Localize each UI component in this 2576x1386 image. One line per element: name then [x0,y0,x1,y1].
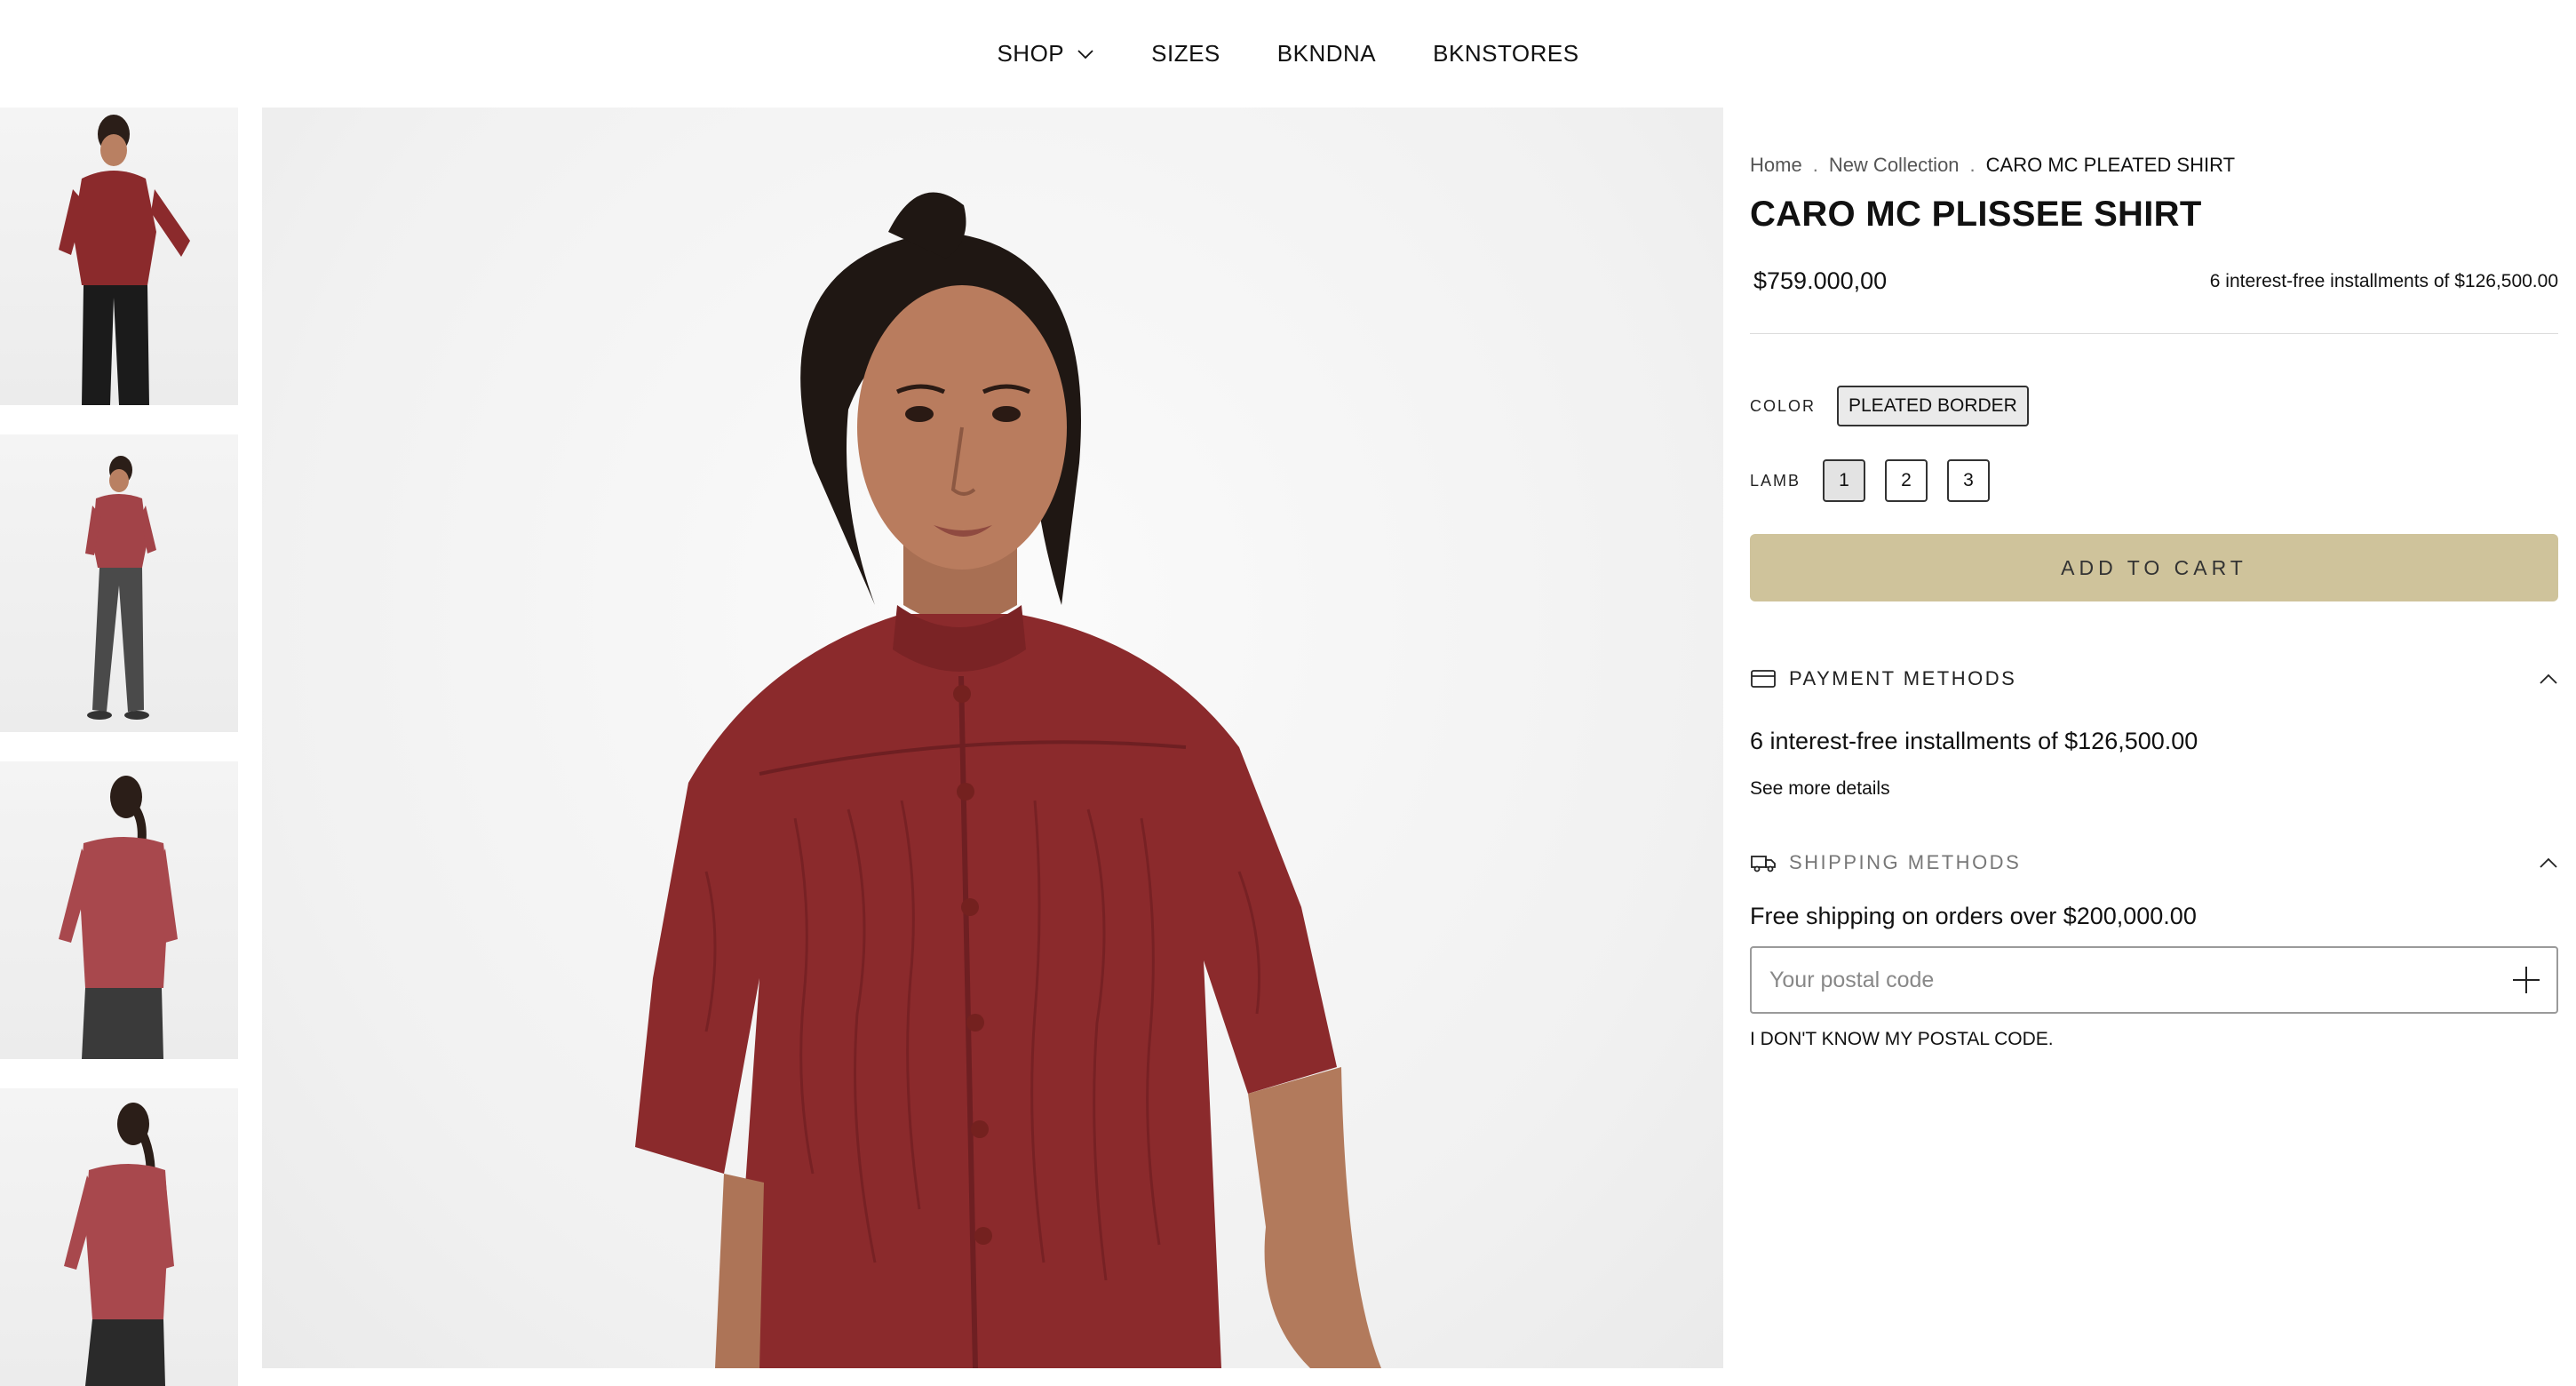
size-label: LAMB [1750,471,1801,490]
top-navigation: SHOP SIZES BKNDNA BKNSTORES [0,0,2576,108]
color-option-pleated-border[interactable]: PLEATED BORDER [1837,386,2029,426]
size-option-1[interactable]: 1 [1823,459,1865,502]
thumbnail-back[interactable] [0,761,238,1059]
credit-card-icon [1751,670,1776,688]
divider [1750,333,2558,334]
add-to-cart-button[interactable]: ADD TO CART [1750,534,2558,601]
nav-bkndna-label: BKNDNA [1276,40,1377,67]
free-shipping-text: Free shipping on orders over $200,000.00 [1750,903,2197,929]
thumbnail-front[interactable] [0,108,238,405]
plus-icon[interactable] [2510,964,2542,996]
breadcrumb: Home . New Collection . CARO MC PLEATED … [1750,154,2235,177]
nav-bkndna[interactable]: BKNDNA [1277,40,1376,68]
nav-shop[interactable]: SHOP [997,40,1094,68]
color-selector: COLOR PLEATED BORDER [1750,386,2029,426]
thumbnail-back-angle[interactable] [0,1088,238,1386]
price-row: $759.000,00 6 interest-free installments… [1750,267,2558,295]
installments-note: 6 interest-free installments of $126,500… [2209,270,2558,291]
nav-bknstores[interactable]: BKNSTORES [1433,40,1578,68]
product-photo [635,192,1381,1368]
chevron-down-icon [1077,49,1093,59]
postal-code-input[interactable] [1752,948,2510,1012]
see-more-details-link[interactable]: See more details [1750,778,1890,800]
payment-installments-text: 6 interest-free installments of $126,500… [1750,728,2198,754]
size-option-2[interactable]: 2 [1885,459,1928,502]
product-price: $759.000,00 [1753,267,1888,294]
breadcrumb-home[interactable]: Home [1750,154,1802,177]
thumbnail-gallery [0,108,238,1386]
product-thumbnail-image [85,456,156,720]
payment-methods-title: PAYMENT METHODS [1789,667,2017,689]
breadcrumb-separator: . [1969,154,1976,176]
shipping-methods-title: SHIPPING METHODS [1789,851,2022,873]
product-thumbnail-image [59,776,178,1059]
chevron-up-icon [2540,857,2557,868]
chevron-up-icon [2540,673,2557,684]
nav-sizes-label: SIZES [1151,40,1220,67]
payment-methods-accordion[interactable]: PAYMENT METHODS [1750,667,2558,690]
size-option-3[interactable]: 3 [1947,459,1990,502]
nav-shop-label: SHOP [997,40,1065,67]
unknown-postal-code-link[interactable]: I DON'T KNOW MY POSTAL CODE. [1750,1029,2054,1050]
breadcrumb-separator: . [1812,154,1818,176]
shipping-methods-accordion[interactable]: SHIPPING METHODS [1750,851,2558,874]
breadcrumb-collection[interactable]: New Collection [1829,154,1960,177]
product-thumbnail-image [64,1103,174,1386]
product-title: CARO MC PLISSEE SHIRT [1750,195,2202,234]
thumbnail-full-body[interactable] [0,434,238,732]
postal-code-field [1750,946,2558,1014]
product-thumbnail-image [59,115,190,405]
nav-sizes[interactable]: SIZES [1151,40,1220,68]
nav-bknstores-label: BKNSTORES [1433,40,1579,67]
truck-icon [1751,856,1776,872]
main-product-image[interactable] [262,108,1723,1368]
color-label: COLOR [1750,396,1817,415]
size-selector: LAMB 1 2 3 [1750,459,2009,502]
breadcrumb-current: CARO MC PLEATED SHIRT [1985,154,2236,176]
